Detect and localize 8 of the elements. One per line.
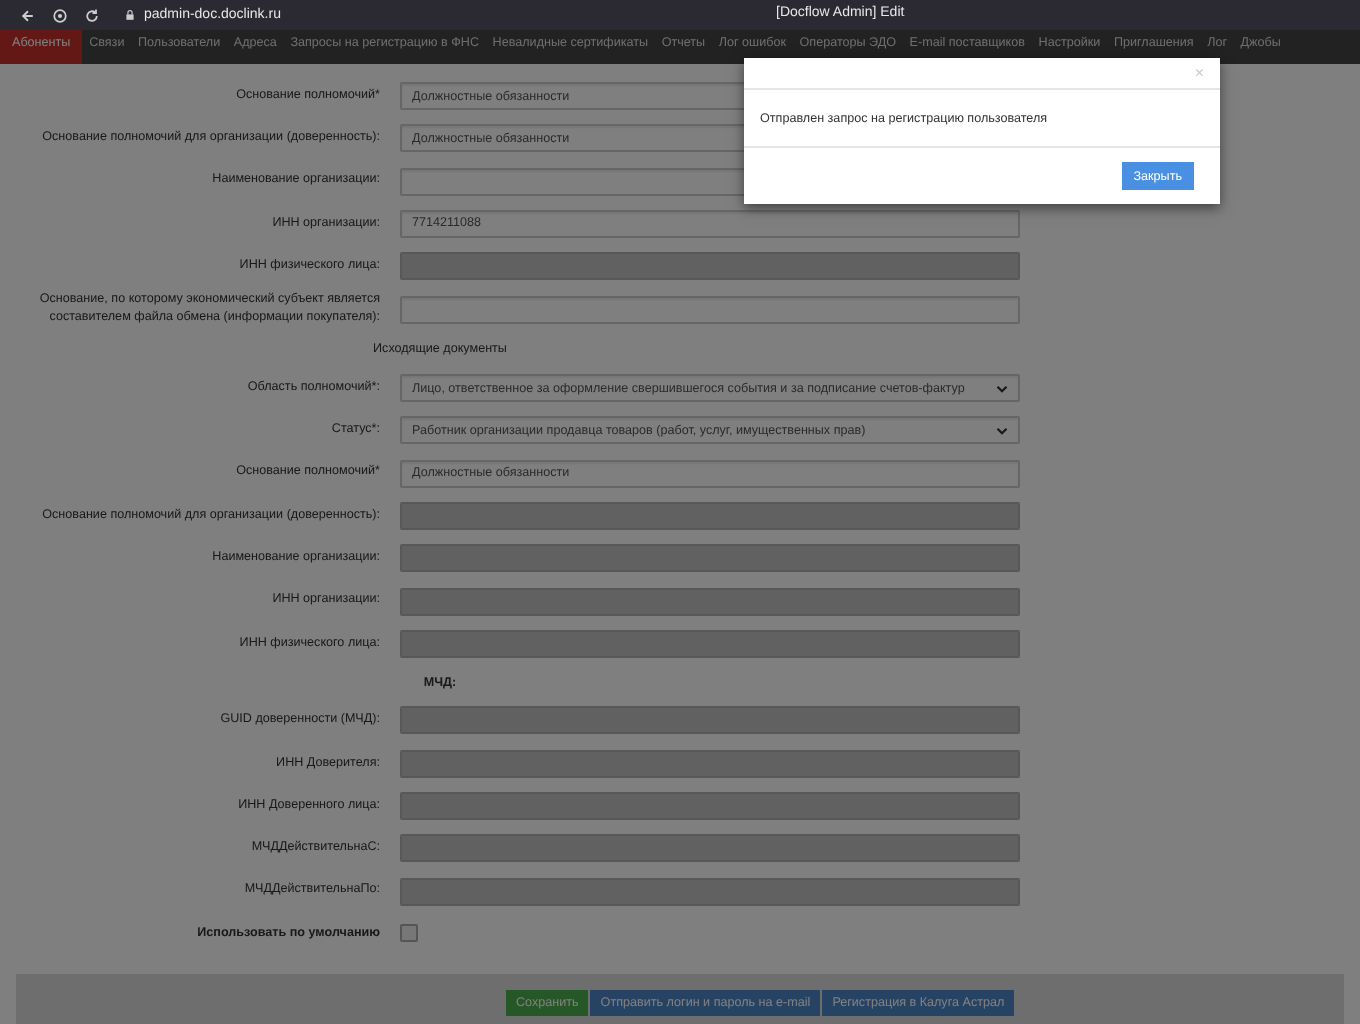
caret-icon [996,425,1008,436]
reload-icon[interactable] [84,7,100,23]
close-button[interactable]: × [1194,65,1204,81]
back-icon[interactable] [20,7,36,23]
lock-icon [124,8,136,22]
checkbox[interactable] [400,924,418,943]
input-field[interactable] [400,295,1020,324]
caret-icon [996,383,1008,394]
